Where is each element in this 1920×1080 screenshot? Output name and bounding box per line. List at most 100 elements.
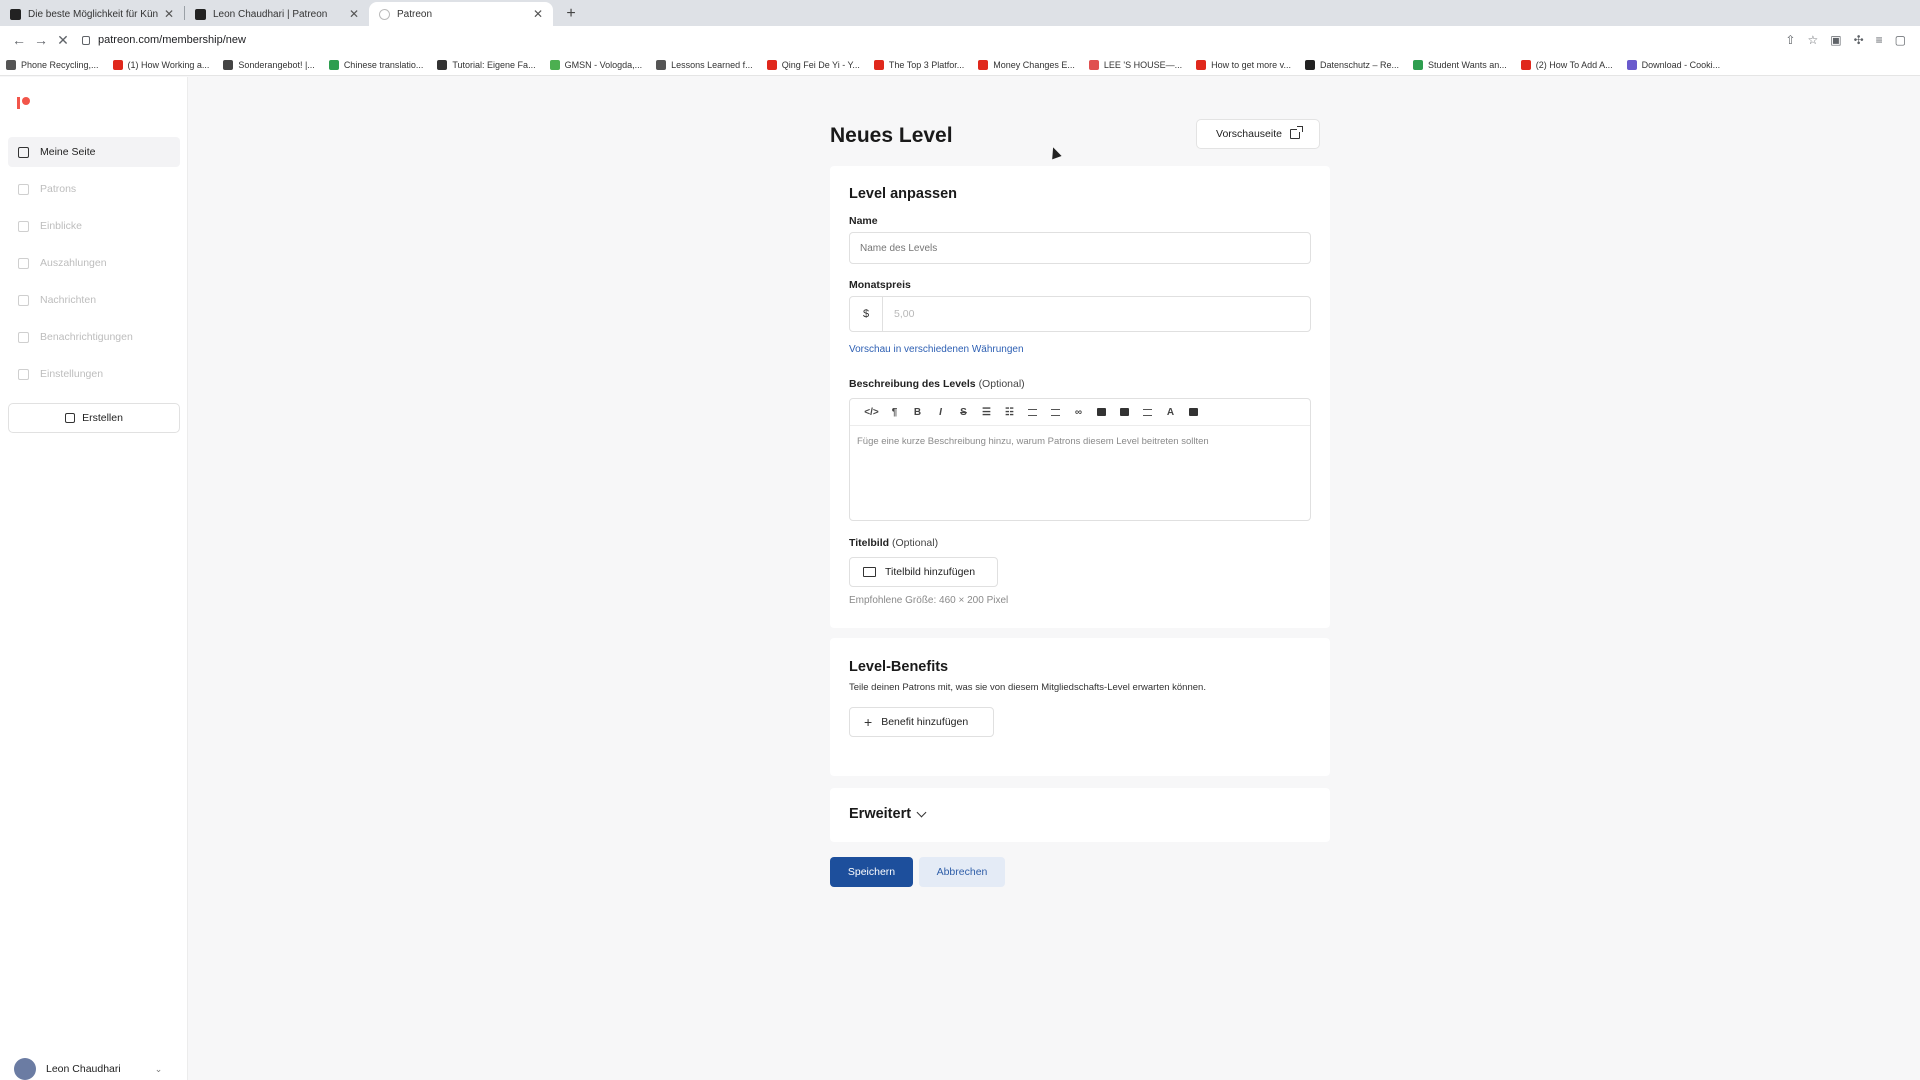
save-button[interactable]: Speichern <box>830 857 913 887</box>
bookmark-item[interactable]: (1) How Working a... <box>112 59 209 70</box>
browser-tab-bar: Die beste Möglichkeit für Küns ✕ Leon Ch… <box>0 0 1920 26</box>
bookmark-favicon-icon <box>549 59 560 70</box>
bookmark-item[interactable]: Chinese translatio... <box>328 59 423 70</box>
benefits-description: Teile deinen Patrons mit, was sie von di… <box>849 682 1206 693</box>
extension-icon[interactable]: ▣ <box>1830 33 1841 47</box>
mail-icon <box>18 294 29 306</box>
sidebar-item-label: Einblicke <box>40 220 83 232</box>
text-color-icon[interactable]: A <box>1159 403 1182 421</box>
bold-icon[interactable]: B <box>906 403 929 421</box>
sidebar-item-benachrichtigungen[interactable]: Benachrichtigungen <box>8 322 180 352</box>
close-icon[interactable]: ✕ <box>533 7 543 21</box>
bookmark-item[interactable]: How to get more v... <box>1196 59 1291 70</box>
description-placeholder[interactable]: Füge eine kurze Beschreibung hinzu, waru… <box>850 426 1310 457</box>
outdent-icon[interactable] <box>1021 403 1044 421</box>
bookmark-item[interactable]: The Top 3 Platfor... <box>873 59 964 70</box>
forward-icon[interactable]: → <box>30 29 52 51</box>
browser-tab-1[interactable]: Die beste Möglichkeit für Küns ✕ <box>0 2 184 26</box>
puzzle-icon[interactable]: ✣ <box>1854 33 1864 47</box>
image-icon <box>863 567 876 577</box>
image-icon[interactable] <box>1090 403 1113 421</box>
highlight-icon[interactable] <box>1182 403 1205 421</box>
sidebar-item-auszahlungen[interactable]: Auszahlungen <box>8 248 180 278</box>
page-title: Neues Level <box>830 124 953 147</box>
numbered-list-icon[interactable]: ☷ <box>998 403 1021 421</box>
bookmark-item[interactable]: Money Changes E... <box>978 59 1075 70</box>
url-text: patreon.com/membership/new <box>98 34 246 46</box>
create-button[interactable]: Erstellen <box>8 403 180 433</box>
bookmark-item[interactable]: GMSN - Vologda,... <box>549 59 642 70</box>
cover-image-label: Titelbild (Optional) <box>849 537 938 549</box>
bookmark-label: (2) How To Add A... <box>1535 59 1613 70</box>
stop-loading-icon[interactable]: ✕ <box>52 29 74 51</box>
bookmark-star-icon[interactable]: ☆ <box>1807 33 1818 47</box>
create-button-label: Erstellen <box>82 412 123 424</box>
preview-page-button[interactable]: Vorschauseite <box>1196 119 1320 149</box>
sidebar-item-einblicke[interactable]: Einblicke <box>8 211 180 241</box>
bookmark-item[interactable]: Datenschutz – Re... <box>1304 59 1400 70</box>
bookmark-favicon-icon <box>1088 59 1099 70</box>
bookmark-item[interactable]: Lessons Learned f... <box>656 59 753 70</box>
sidebar-item-meine-seite[interactable]: Meine Seite <box>8 137 180 167</box>
cancel-button[interactable]: Abbrechen <box>919 857 1005 887</box>
bookmark-favicon-icon <box>6 59 16 70</box>
bookmark-item[interactable]: Tutorial: Eigene Fa... <box>437 59 536 70</box>
close-icon[interactable]: ✕ <box>349 7 359 21</box>
italic-icon[interactable]: I <box>929 403 952 421</box>
bookmark-item[interactable]: LEE 'S HOUSE—... <box>1088 59 1182 70</box>
bookmark-label: Qing Fei De Yi - Y... <box>781 59 860 70</box>
strikethrough-icon[interactable]: S <box>952 403 975 421</box>
close-icon[interactable]: ✕ <box>164 7 174 21</box>
patreon-logo-icon[interactable] <box>17 97 31 109</box>
bookmark-item[interactable]: (2) How To Add A... <box>1520 59 1613 70</box>
indent-icon[interactable] <box>1044 403 1067 421</box>
sidebar-item-einstellungen[interactable]: Einstellungen <box>8 359 180 389</box>
level-benefits-card: Level-Benefits Teile deinen Patrons mit,… <box>830 638 1330 776</box>
level-name-input[interactable] <box>849 232 1311 264</box>
video-icon[interactable] <box>1113 403 1136 421</box>
currency-preview-link[interactable]: Vorschau in verschiedenen Währungen <box>849 344 1024 355</box>
bookmark-item[interactable]: Sonderangebot! |... <box>223 59 315 70</box>
bookmark-item[interactable]: Qing Fei De Yi - Y... <box>766 59 860 70</box>
price-input[interactable]: 5,00 <box>883 297 1310 331</box>
sidebar-item-nachrichten[interactable]: Nachrichten <box>8 285 180 315</box>
side-panel-icon[interactable]: ▢ <box>1895 33 1906 47</box>
currency-symbol: $ <box>850 297 883 331</box>
sidebar-item-patrons[interactable]: Patrons <box>8 174 180 204</box>
bookmark-item[interactable]: Download - Cooki... <box>1626 59 1721 70</box>
add-benefit-button[interactable]: + Benefit hinzufügen <box>849 707 994 737</box>
url-field[interactable]: patreon.com/membership/new <box>82 29 1785 51</box>
tab-title: Leon Chaudhari | Patreon <box>213 8 328 20</box>
reading-list-icon[interactable]: ≡ <box>1876 33 1883 47</box>
bookmark-item[interactable]: Student Wants an... <box>1413 59 1507 70</box>
browser-tab-3[interactable]: Patreon ✕ <box>369 2 553 26</box>
share-icon[interactable]: ⇧ <box>1785 33 1795 47</box>
advanced-card[interactable]: Erweitert <box>830 788 1330 842</box>
description-editor[interactable]: </> ¶ B I S ☰ ☷ ∞ A Füge eine kurze Besc… <box>849 398 1311 521</box>
bookmark-favicon-icon <box>1413 59 1424 70</box>
browser-tab-2[interactable]: Leon Chaudhari | Patreon ✕ <box>185 2 369 26</box>
add-cover-image-button[interactable]: Titelbild hinzufügen <box>849 557 998 587</box>
bookmark-label: Datenschutz – Re... <box>1319 59 1400 70</box>
optional-tag: (Optional) <box>978 378 1025 390</box>
bullet-list-icon[interactable]: ☰ <box>975 403 998 421</box>
bookmark-label: Student Wants an... <box>1428 59 1507 70</box>
new-tab-icon[interactable]: + <box>559 2 583 26</box>
user-menu[interactable]: Leon Chaudhari ⌄ <box>14 1058 162 1080</box>
bookmark-favicon-icon <box>766 59 777 70</box>
monthly-price-field[interactable]: $ 5,00 <box>849 296 1311 332</box>
bookmark-label: Phone Recycling,... <box>21 59 99 70</box>
advanced-toggle[interactable]: Erweitert <box>849 806 927 822</box>
link-icon[interactable]: ∞ <box>1067 403 1090 421</box>
bookmark-item[interactable]: Phone Recycling,... <box>6 59 99 70</box>
bookmark-label: Download - Cooki... <box>1641 59 1721 70</box>
back-icon[interactable]: ← <box>8 29 30 51</box>
customize-level-card: Level anpassen Name Monatspreis $ 5,00 V… <box>830 166 1330 628</box>
gear-icon <box>18 368 29 380</box>
patreon-favicon-icon <box>10 8 21 20</box>
code-view-icon[interactable]: </> <box>860 403 883 421</box>
align-icon[interactable] <box>1136 403 1159 421</box>
paragraph-icon[interactable]: ¶ <box>883 403 906 421</box>
loading-spinner-icon <box>379 8 390 20</box>
bookmark-favicon-icon <box>978 59 989 70</box>
